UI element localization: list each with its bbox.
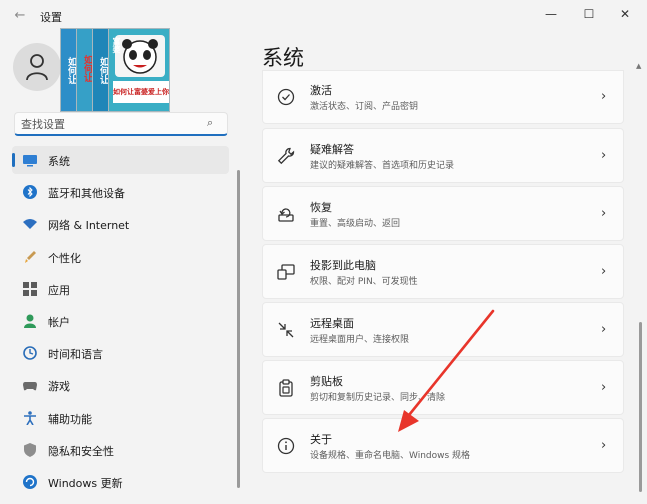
- chevron-right-icon: ›: [601, 264, 607, 279]
- globe-clock-icon: [23, 346, 37, 360]
- chevron-right-icon: ›: [601, 380, 607, 395]
- sidebar-item-accessibility[interactable]: 辅助功能: [12, 404, 229, 432]
- sidebar-item-accounts[interactable]: 帐户: [12, 307, 229, 335]
- card-title: 投影到此电脑: [310, 259, 376, 272]
- sidebar-item-label: 隐私和安全性: [48, 444, 114, 458]
- book-cover: 富婆 如何让富婆爱上你: [108, 28, 170, 112]
- search-input[interactable]: [21, 116, 201, 132]
- sidebar-item-time-language[interactable]: 时间和语言: [12, 339, 229, 367]
- card-title: 剪贴板: [310, 375, 343, 388]
- clipboard-icon: [279, 379, 293, 397]
- card-clipboard[interactable]: 剪贴板 剪切和复制历史记录、同步、清除 ›: [262, 360, 624, 415]
- back-arrow-icon[interactable]: ←: [10, 6, 30, 26]
- sidebar-item-label: 个性化: [48, 251, 81, 265]
- card-title: 激活: [310, 84, 332, 97]
- sidebar-item-label: 网络 & Internet: [48, 219, 130, 233]
- card-project-to-pc[interactable]: 投影到此电脑 权限、配对 PIN、可发现性 ›: [262, 244, 624, 299]
- sidebar-item-network[interactable]: 网络 & Internet: [12, 210, 229, 238]
- page-title: 系统: [262, 46, 304, 70]
- sidebar-item-label: 应用: [48, 283, 70, 297]
- person-icon: [26, 54, 48, 81]
- sidebar-item-privacy-security[interactable]: 隐私和安全性: [12, 436, 229, 464]
- sidebar-item-label: 辅助功能: [48, 412, 92, 426]
- person-icon: [24, 314, 36, 328]
- book-cover-panda-image: [115, 35, 165, 77]
- project-icon: [277, 264, 295, 280]
- card-troubleshoot[interactable]: 疑难解答 建议的疑难解答、首选项和历史记录 ›: [262, 128, 624, 183]
- minimize-button[interactable]: —: [538, 3, 564, 25]
- settings-window: ← 设置 — ☐ ✕ 如何让 如何让 如何让 富婆 如何让富婆爱上你 查找设置 …: [0, 0, 647, 504]
- book-cover-side-text: 富婆: [112, 37, 121, 53]
- update-icon: [23, 474, 37, 489]
- gamepad-icon: [23, 382, 37, 391]
- sidebar-item-label: 系统: [48, 155, 70, 168]
- sidebar-scrollbar[interactable]: [237, 170, 240, 488]
- card-recovery[interactable]: 恢复 重置、高级启动、返回 ›: [262, 186, 624, 241]
- search-box[interactable]: ⌕: [14, 112, 228, 136]
- maximize-button[interactable]: ☐: [576, 3, 602, 25]
- card-subtitle: 激活状态、订阅、产品密钥: [310, 102, 419, 112]
- scroll-up-icon[interactable]: ▲: [636, 62, 641, 70]
- card-title: 疑难解答: [310, 143, 354, 156]
- card-subtitle: 重置、高级启动、返回: [310, 219, 401, 229]
- chevron-right-icon: ›: [601, 89, 607, 104]
- remote-desktop-icon: [278, 322, 294, 338]
- sidebar-item-label: 蓝牙和其他设备: [48, 187, 125, 201]
- card-subtitle: 剪切和复制历史记录、同步、清除: [310, 393, 446, 403]
- chevron-right-icon: ›: [601, 148, 607, 163]
- info-icon: [277, 437, 295, 455]
- brush-icon: [25, 250, 36, 263]
- sidebar-item-system[interactable]: 系统: [12, 146, 229, 174]
- sidebar: 如何让 如何让 如何让 富婆 如何让富婆爱上你 查找设置 ⌕ 系统 蓝牙和其他设…: [0, 28, 245, 504]
- avatar[interactable]: [13, 43, 61, 91]
- wrench-icon: [277, 147, 295, 165]
- sidebar-item-personalization[interactable]: 个性化: [12, 243, 229, 271]
- card-about[interactable]: 关于 设备规格、重命名电脑、Windows 规格 ›: [262, 418, 624, 473]
- sidebar-item-windows-update[interactable]: Windows 更新: [12, 468, 229, 496]
- sidebar-item-label: Windows 更新: [48, 476, 123, 490]
- card-subtitle: 权限、配对 PIN、可发现性: [310, 277, 418, 287]
- sidebar-item-label: 时间和语言: [48, 348, 103, 362]
- book-cover-title: 如何让富婆爱上你: [113, 81, 169, 103]
- shield-icon: [24, 442, 36, 457]
- activation-icon: [277, 88, 295, 106]
- card-subtitle: 设备规格、重命名电脑、Windows 规格: [310, 451, 471, 461]
- search-icon[interactable]: ⌕: [207, 116, 213, 130]
- chevron-right-icon: ›: [601, 322, 607, 337]
- recovery-icon: [278, 208, 294, 222]
- main-scrollbar[interactable]: [639, 322, 642, 492]
- accessibility-icon: [24, 410, 36, 425]
- apps-icon: [23, 281, 37, 296]
- card-title: 远程桌面: [310, 317, 354, 330]
- close-button[interactable]: ✕: [612, 3, 638, 25]
- card-subtitle: 远程桌面用户、连接权限: [310, 335, 410, 345]
- app-title: 设置: [40, 11, 62, 24]
- chevron-right-icon: ›: [601, 438, 607, 453]
- bluetooth-icon: [23, 185, 37, 200]
- card-activation[interactable]: 激活 激活状态、订阅、产品密钥 ›: [262, 70, 624, 124]
- sidebar-item-label: 帐户: [48, 315, 70, 329]
- wifi-icon: [23, 219, 37, 230]
- card-subtitle: 建议的疑难解答、首选项和历史记录: [310, 161, 455, 171]
- card-title: 关于: [310, 433, 332, 446]
- sidebar-item-apps[interactable]: 应用: [12, 275, 229, 303]
- card-remote-desktop[interactable]: 远程桌面 远程桌面用户、连接权限 ›: [262, 302, 624, 357]
- chevron-right-icon: ›: [601, 206, 607, 221]
- sidebar-item-label: 游戏: [48, 380, 70, 394]
- sidebar-item-bluetooth[interactable]: 蓝牙和其他设备: [12, 178, 229, 206]
- sidebar-item-gaming[interactable]: 游戏: [12, 371, 229, 399]
- card-title: 恢复: [310, 201, 332, 214]
- sidebar-nav: 系统 蓝牙和其他设备 网络 & Internet 个性化 应用 帐户 时间和语言…: [12, 146, 229, 500]
- display-icon: [23, 155, 37, 167]
